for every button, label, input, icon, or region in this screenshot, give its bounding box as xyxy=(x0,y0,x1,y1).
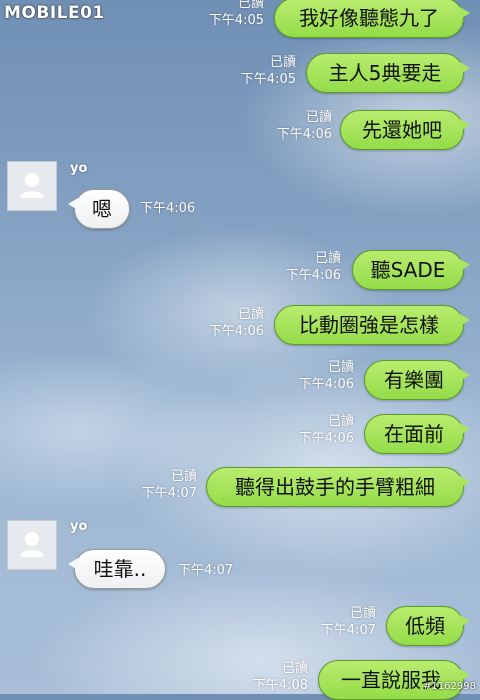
message-meta: 已讀 下午4:07 xyxy=(133,468,197,502)
mobile01-logo: MOBILE01 xyxy=(4,3,105,23)
read-receipt: 已讀 xyxy=(314,251,341,266)
message-time: 下午4:07 xyxy=(178,563,234,578)
message-meta: 已讀 下午4:06 xyxy=(290,359,354,393)
contact-avatar[interactable] xyxy=(7,520,57,570)
message-meta: 已讀 下午4:06 xyxy=(268,109,332,143)
outgoing-message-bubble[interactable]: 聽SADE xyxy=(352,250,470,290)
message-time: 下午4:06 xyxy=(208,324,264,339)
read-receipt: 已讀 xyxy=(349,606,376,621)
message-time: 下午4:07 xyxy=(141,486,197,501)
message-time: 下午4:06 xyxy=(285,268,341,283)
outgoing-message-bubble[interactable]: 主人5典要走 xyxy=(306,53,470,93)
read-receipt: 已讀 xyxy=(269,55,296,70)
message-meta: 已讀 下午4:06 xyxy=(200,306,264,340)
sender-name: yo xyxy=(70,519,88,534)
message-time: 下午4:06 xyxy=(298,431,354,446)
incoming-message-bubble[interactable]: 嗯 xyxy=(68,189,130,229)
message-meta: 已讀 下午4:05 xyxy=(232,54,296,88)
outgoing-message-bubble[interactable]: 比動圈強是怎樣 xyxy=(274,305,470,345)
read-receipt: 已讀 xyxy=(305,110,332,125)
message-time: 下午4:05 xyxy=(240,72,296,87)
message-time: 下午4:07 xyxy=(320,623,376,638)
read-receipt: 已讀 xyxy=(327,414,354,429)
message-meta: 已讀 下午4:06 xyxy=(290,413,354,447)
outgoing-message-bubble[interactable]: 有樂團 xyxy=(364,360,470,400)
contact-avatar[interactable] xyxy=(7,161,57,211)
message-time: 下午4:06 xyxy=(140,201,196,216)
read-receipt: 已讀 xyxy=(170,469,197,484)
message-meta: 已讀 下午4:07 xyxy=(312,605,376,639)
incoming-message-bubble[interactable]: 哇靠.. xyxy=(68,549,166,589)
read-receipt: 已讀 xyxy=(327,360,354,375)
person-icon xyxy=(20,173,44,198)
message-meta: 已讀 下午4:08 xyxy=(244,660,308,694)
outgoing-message-bubble[interactable]: 我好像聽態九了 xyxy=(274,0,470,38)
message-time: 下午4:05 xyxy=(208,13,264,28)
read-receipt: 已讀 xyxy=(281,661,308,676)
read-receipt: 已讀 xyxy=(237,0,264,11)
outgoing-message-bubble[interactable]: 一直說服我 xyxy=(318,660,470,700)
read-receipt: 已讀 xyxy=(237,307,264,322)
person-icon xyxy=(20,532,44,557)
outgoing-message-bubble[interactable]: 在面前 xyxy=(364,414,470,454)
message-meta: 已讀 下午4:05 xyxy=(200,0,264,29)
message-time: 下午4:06 xyxy=(298,377,354,392)
sender-name: yo xyxy=(70,161,88,176)
message-time: 下午4:06 xyxy=(276,127,332,142)
outgoing-message-bubble[interactable]: 低頻 xyxy=(386,606,470,646)
image-watermark: #1162998 xyxy=(423,681,476,692)
outgoing-message-bubble[interactable]: 聽得出鼓手的手臂粗細 xyxy=(206,467,470,507)
message-time: 下午4:08 xyxy=(252,678,308,693)
message-meta: 已讀 下午4:06 xyxy=(277,250,341,284)
outgoing-message-bubble[interactable]: 先還她吧 xyxy=(340,110,470,150)
